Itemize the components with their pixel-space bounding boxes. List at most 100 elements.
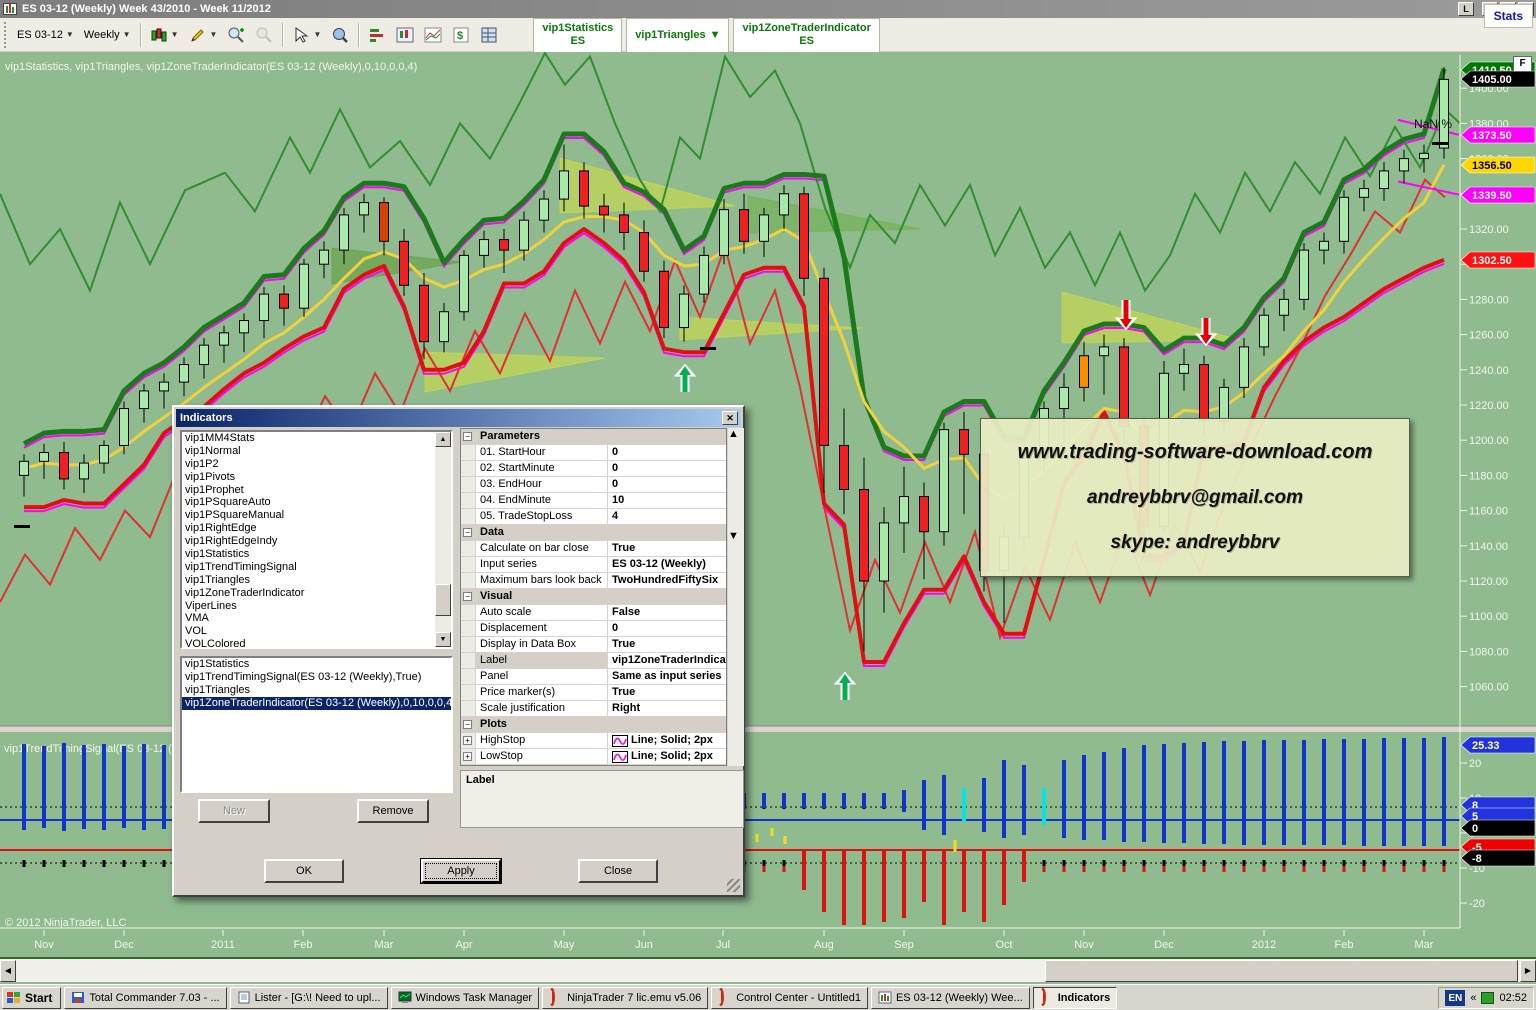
property-row[interactable]: PanelSame as input series [461,669,726,685]
list-item[interactable]: VOLColored [182,638,451,649]
zoom-in-button[interactable] [222,23,250,47]
chart-panel-button[interactable] [391,23,419,47]
link-button[interactable]: L [1458,2,1474,16]
property-section[interactable]: −Visual [461,589,726,605]
property-section[interactable]: −Data [461,525,726,541]
property-row[interactable]: Auto scaleFalse [461,605,726,621]
list-item[interactable]: vip1Triangles [182,574,451,587]
list-item[interactable]: vip1Normal [182,445,451,458]
list-item[interactable]: vip1ZoneTraderIndicator [182,587,451,600]
property-section[interactable]: −Plots [461,717,726,733]
tab-vip1zonetraderindicator[interactable]: vip1ZoneTraderIndicatorES [733,18,879,52]
scroll-down-icon[interactable]: ▼ [728,530,744,542]
property-row[interactable]: Maximum bars look backTwoHundredFiftySix [461,573,726,589]
property-row[interactable]: Calculate on bar closeTrue [461,541,726,557]
list-item[interactable]: vip1Statistics [182,658,451,671]
property-row[interactable]: Display in Data BoxTrue [461,637,726,653]
close-button[interactable]: Close [578,859,658,883]
svg-text:1320.00: 1320.00 [1469,224,1509,236]
tab-stats[interactable]: Stats [1484,4,1533,28]
list-item[interactable]: vip1Prophet [182,484,451,497]
scroll-down-icon[interactable]: ▼ [435,632,451,647]
apply-button[interactable]: Apply [421,859,501,883]
tab-vip1statistics[interactable]: vip1StatisticsES [533,18,622,52]
remove-button[interactable]: Remove [357,799,429,823]
list-item[interactable]: VMA [182,612,451,625]
taskbar-button[interactable]: Windows Task Manager [391,987,540,1009]
system-tray: EN « 02:52 [1438,987,1534,1009]
data-grid-button[interactable] [475,23,503,47]
scroll-right-icon[interactable]: ▶ [1520,960,1536,982]
draw-tool-dropdown[interactable]: ▼ [184,23,223,47]
property-section[interactable]: −Parameters [461,429,726,445]
scroll-thumb[interactable] [435,584,451,616]
ok-button[interactable]: OK [264,859,344,883]
taskbar-button[interactable]: ES 03-12 (Weekly) Wee... [871,987,1030,1009]
property-row[interactable]: Labelvip1ZoneTraderIndicat [461,653,726,669]
tab-vip1triangles[interactable]: vip1Triangles▼ [626,18,729,52]
property-row[interactable]: 01. StartHour0 [461,445,726,461]
property-grid[interactable]: −Parameters01. StartHour002. StartMinute… [460,428,727,766]
property-row[interactable]: +LowStopLine; Solid; 2px [461,749,726,765]
list-item[interactable]: vip1PSquareManual [182,509,451,522]
taskbar-button[interactable]: Control Center - Untitled1 [711,987,868,1009]
taskbar-button[interactable]: Lister - [G:\! Need to upl... [230,987,388,1009]
tray-app-icon[interactable] [1481,992,1494,1004]
scroll-thumb[interactable] [728,440,744,530]
instrument-dropdown[interactable]: ES 03-12▼ [12,23,79,47]
property-row[interactable]: 04. EndMinute10 [461,493,726,509]
svg-text:Feb: Feb [294,939,313,951]
account-button[interactable]: $ [447,23,475,47]
magnifier-button[interactable] [326,23,354,47]
scroll-up-icon[interactable]: ▲ [435,432,451,447]
list-item[interactable]: vip1RightEdgeIndy [182,535,451,548]
list-item[interactable]: vip1Pivots [182,471,451,484]
dialog-titlebar[interactable]: Indicators ✕ [176,409,741,427]
property-row[interactable]: Displacement0 [461,621,726,637]
chart-style-dropdown[interactable]: ▼ [145,23,184,47]
taskmgr-icon [398,991,412,1004]
dialog-close-icon[interactable]: ✕ [722,411,738,425]
scroll-up-icon[interactable]: ▲ [728,428,744,440]
property-row[interactable]: +HighStopLine; Solid; 2px [461,733,726,749]
taskbar-button[interactable]: Indicators [1033,987,1118,1009]
configured-indicators-list[interactable]: vip1Statisticsvip1TrendTimingSignal(ES 0… [180,656,453,793]
cursor-dropdown[interactable]: ▼ [287,23,326,47]
property-row[interactable]: Scale justificationRight [461,701,726,717]
focus-button[interactable]: F [1513,56,1532,72]
language-indicator[interactable]: EN [1445,990,1465,1006]
property-row[interactable]: 05. TradeStopLoss4 [461,509,726,525]
property-row[interactable]: Input seriesES 03-12 (Weekly) [461,557,726,573]
list-item[interactable]: VOL [182,625,451,638]
list-item[interactable]: vip1MM4Stats [182,432,451,445]
svg-text:-20: -20 [1469,898,1485,910]
property-row[interactable]: 03. EndHour0 [461,477,726,493]
taskbar-button[interactable]: NinjaTrader 7 lic.emu v5.06 [542,987,708,1009]
list-item[interactable]: vip1PSquareAuto [182,496,451,509]
tray-chevron-icon[interactable]: « [1470,992,1476,1004]
bars-panel-button[interactable] [363,23,391,47]
resize-grip[interactable] [727,879,740,892]
available-indicators-list[interactable]: vip1MM4Statsvip1Normalvip1P2vip1Pivotsvi… [180,430,453,649]
hscroll-thumb[interactable] [1045,960,1518,982]
list-scrollbar[interactable]: ▲ ▼ [435,432,451,647]
grid-scrollbar[interactable]: ▲ ▼ [728,428,744,766]
taskbar-button[interactable]: Total Commander 7.03 - ... [64,987,226,1009]
list-item[interactable]: vip1Statistics [182,548,451,561]
property-row[interactable]: Price marker(s)True [461,685,726,701]
property-row[interactable]: 02. StartMinute0 [461,461,726,477]
chart-hscrollbar[interactable]: ◀ ▶ [0,957,1536,982]
start-button[interactable]: Start [2,987,61,1009]
new-button: New [198,799,270,823]
list-item[interactable]: vip1TrendTimingSignal [182,561,451,574]
list-item[interactable]: vip1Triangles [182,684,451,697]
list-item[interactable]: vip1P2 [182,458,451,471]
list-item[interactable]: vip1TrendTimingSignal(ES 03-12 (Weekly),… [182,671,451,684]
list-item[interactable]: vip1RightEdge [182,522,451,535]
region-chart-button[interactable] [419,23,447,47]
period-dropdown[interactable]: Weekly▼ [79,23,136,47]
toolbar-grip[interactable] [4,22,8,48]
list-item[interactable]: ViperLines [182,600,451,613]
list-item[interactable]: vip1ZoneTraderIndicator(ES 03-12 (Weekly… [182,697,451,710]
scroll-left-icon[interactable]: ◀ [0,960,16,982]
